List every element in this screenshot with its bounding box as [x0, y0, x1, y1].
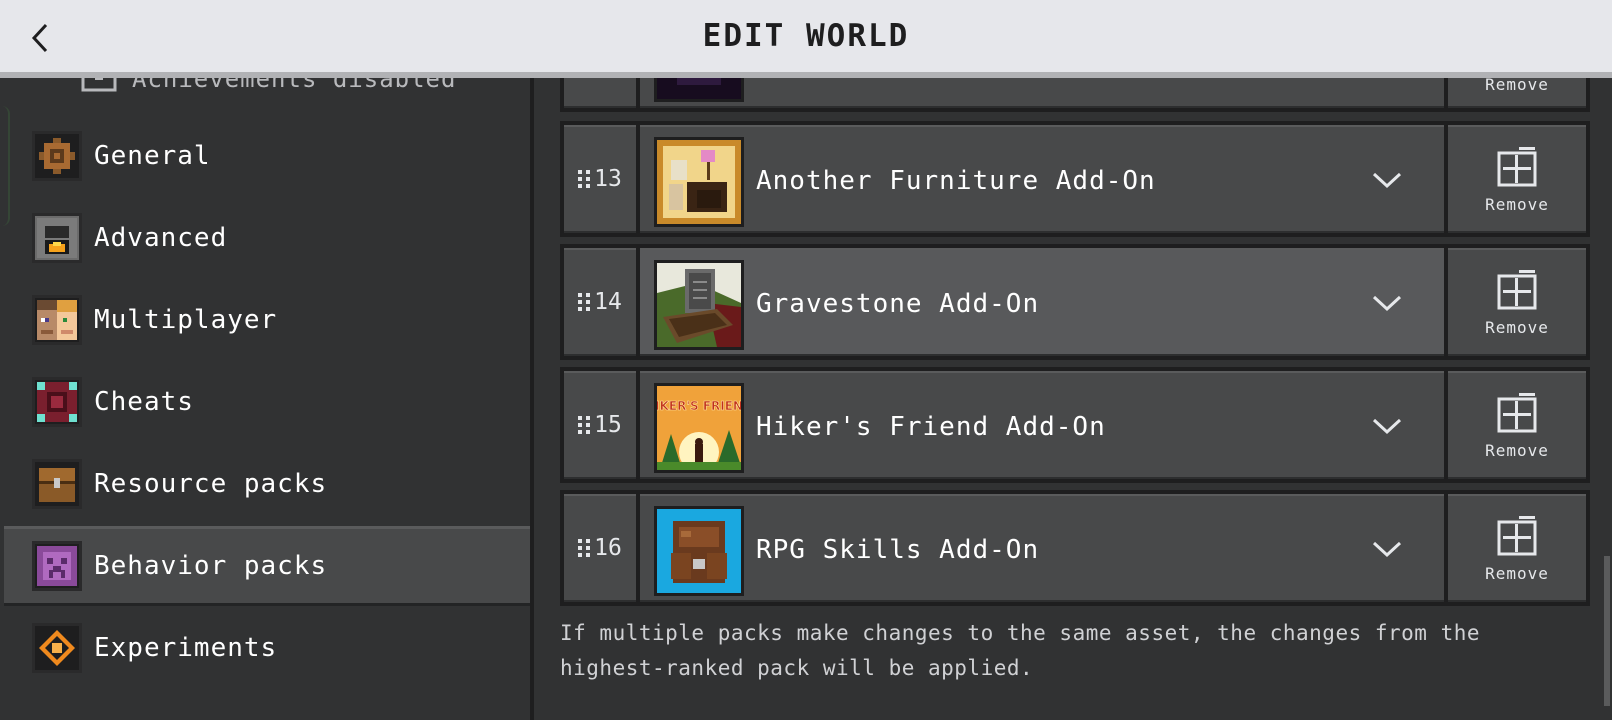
achievements-disabled-label: Achievements disabled — [132, 78, 457, 93]
pack-drag-handle[interactable]: 15 — [564, 371, 636, 479]
thumbnail-text: HIKER'S FRIEND — [657, 399, 741, 413]
drag-grip-icon — [578, 170, 591, 188]
pack-rank: 16 — [594, 535, 622, 561]
scrollbar[interactable] — [1600, 78, 1612, 720]
furnace-icon — [32, 213, 82, 263]
gravestone-pack-thumbnail — [654, 260, 744, 350]
pack-priority-note: If multiple packs make changes to the sa… — [560, 621, 1481, 680]
drag-grip-icon — [578, 416, 591, 434]
chevron-left-icon — [31, 23, 48, 53]
chest-icon — [32, 459, 82, 509]
pack-row: 15 HIKER'S FRIEND Hiker's Friend Add-On — [560, 367, 1590, 483]
pack-rank: 14 — [594, 289, 622, 315]
back-button[interactable] — [22, 16, 58, 60]
pack-row-body[interactable]: Gravestone Add-On — [640, 248, 1444, 356]
remove-label: Remove — [1485, 194, 1549, 214]
sidebar-item-label: Experiments — [94, 633, 278, 663]
player-face-icon — [32, 295, 82, 345]
chevron-down-icon[interactable] — [1370, 165, 1404, 195]
sidebar-item-resource-packs[interactable]: Resource packs — [4, 444, 530, 524]
sidebar-item-experiments[interactable]: Experiments — [4, 608, 530, 688]
remove-label: Remove — [1485, 440, 1549, 460]
sidebar-item-label: Advanced — [94, 223, 228, 253]
behavior-packs-panel: Remove 13 Another Furniture Add-On Remov… — [538, 0, 1612, 720]
furniture-pack-thumbnail — [654, 137, 744, 227]
scrollbar-thumb[interactable] — [1604, 556, 1610, 706]
pack-row-body[interactable]: HIKER'S FRIEND Hiker's Friend Add-On — [640, 371, 1444, 479]
remove-button[interactable]: Remove — [1448, 125, 1586, 233]
chevron-down-icon[interactable] — [1370, 288, 1404, 318]
remove-label: Remove — [1485, 317, 1549, 337]
pack-name: Another Furniture Add-On — [756, 166, 1156, 196]
remove-pack-icon — [1497, 392, 1537, 432]
remove-button[interactable]: Remove — [1448, 248, 1586, 356]
sidebar-item-behavior-packs[interactable]: Behavior packs — [4, 526, 530, 606]
remove-pack-icon — [1497, 146, 1537, 186]
pack-drag-handle[interactable]: 16 — [564, 494, 636, 602]
gear-icon — [32, 131, 82, 181]
chevron-down-icon[interactable] — [1370, 534, 1404, 564]
creeper-icon — [32, 541, 82, 591]
sidebar-item-advanced[interactable]: Advanced — [4, 198, 530, 278]
pack-drag-handle[interactable]: 14 — [564, 248, 636, 356]
sidebar-item-label: General — [94, 141, 211, 171]
settings-sidebar: Achievements disabled General Advanced M… — [0, 78, 534, 720]
remove-pack-icon — [1497, 269, 1537, 309]
pack-row: 14 Gravestone Add-On Remove — [560, 244, 1590, 360]
remove-label: Remove — [1485, 563, 1549, 583]
rpg-skills-pack-thumbnail — [654, 506, 744, 596]
drag-grip-icon — [578, 539, 591, 557]
remove-button[interactable]: Remove — [1448, 494, 1586, 602]
pack-name: Hiker's Friend Add-On — [756, 412, 1106, 442]
chevron-down-icon[interactable] — [1370, 411, 1404, 441]
sidebar-item-label: Resource packs — [94, 469, 328, 499]
pack-name: Gravestone Add-On — [756, 289, 1040, 319]
drag-grip-icon — [578, 293, 591, 311]
trophy-icon — [81, 78, 117, 92]
hikers-friend-pack-thumbnail: HIKER'S FRIEND — [654, 383, 744, 473]
pack-drag-handle[interactable]: 13 — [564, 125, 636, 233]
pack-name: RPG Skills Add-On — [756, 535, 1040, 565]
sidebar-item-general[interactable]: General — [4, 116, 530, 196]
pack-row-body[interactable]: RPG Skills Add-On — [640, 494, 1444, 602]
pack-row: 13 Another Furniture Add-On Remove — [560, 121, 1590, 237]
pack-rank: 13 — [594, 166, 622, 192]
experiments-icon — [32, 623, 82, 673]
header-bar: EDIT WORLD — [0, 0, 1612, 78]
remove-button[interactable]: Remove — [1448, 371, 1586, 479]
page-title: EDIT WORLD — [702, 18, 910, 54]
sidebar-item-multiplayer[interactable]: Multiplayer — [4, 280, 530, 360]
pack-row: 16 RPG Skills Add-On Remove — [560, 490, 1590, 606]
achievements-disabled-row: Achievements disabled — [80, 78, 456, 94]
pack-row-body[interactable]: Another Furniture Add-On — [640, 125, 1444, 233]
sidebar-item-label: Multiplayer — [94, 305, 278, 335]
sidebar-item-label: Cheats — [94, 387, 194, 417]
sidebar-item-label: Behavior packs — [94, 551, 328, 581]
command-block-icon — [32, 377, 82, 427]
remove-pack-icon — [1497, 515, 1537, 555]
sidebar-item-cheats[interactable]: Cheats — [4, 362, 530, 442]
pack-rank: 15 — [594, 412, 622, 438]
